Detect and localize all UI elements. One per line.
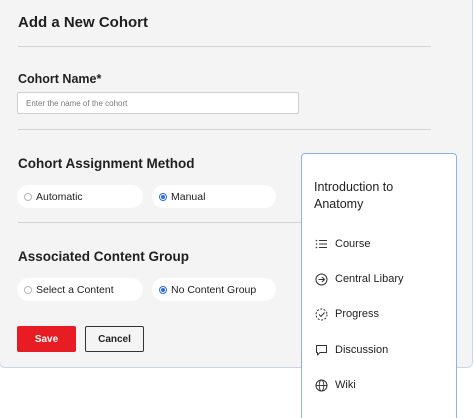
menu-item-central-library[interactable]: Central Libary xyxy=(314,271,403,287)
chat-icon xyxy=(314,343,328,357)
menu-item-discussion[interactable]: Discussion xyxy=(314,342,388,358)
assignment-method-title: Cohort Assignment Method xyxy=(18,156,195,171)
radio-select-content[interactable]: Select a Content xyxy=(17,278,143,301)
radio-manual[interactable]: Manual xyxy=(152,185,276,208)
divider xyxy=(18,46,431,47)
menu-item-label: Discussion xyxy=(335,344,389,356)
radio-automatic[interactable]: Automatic xyxy=(17,185,143,208)
radio-label: No Content Group xyxy=(171,283,257,296)
radio-label: Automatic xyxy=(36,190,83,203)
radio-no-content-group[interactable]: No Content Group xyxy=(152,278,276,301)
menu-item-wiki[interactable]: Wiki xyxy=(314,377,356,393)
arrow-circle-icon xyxy=(314,272,328,286)
content-group-title: Associated Content Group xyxy=(18,249,190,264)
divider xyxy=(18,129,431,130)
menu-item-label: Wiki xyxy=(335,379,356,391)
progress-icon xyxy=(314,307,328,321)
menu-item-progress[interactable]: Progress xyxy=(314,306,379,322)
radio-label: Select a Content xyxy=(36,283,114,296)
form-title: Add a New Cohort xyxy=(18,14,148,31)
radio-unchecked-icon xyxy=(24,285,32,294)
course-title: Introduction to Anatomy xyxy=(314,180,394,211)
menu-item-label: Progress xyxy=(335,308,380,320)
page: Add a New Cohort Cohort Name* Cohort Ass… xyxy=(0,0,474,418)
cancel-button[interactable]: Cancel xyxy=(85,326,144,352)
course-menu-panel: Introduction to Anatomy Course Central L… xyxy=(301,153,457,418)
globe-icon xyxy=(314,378,328,392)
list-icon xyxy=(314,237,328,251)
radio-label: Manual xyxy=(171,190,206,203)
cohort-name-label: Cohort Name* xyxy=(18,72,102,86)
radio-checked-icon xyxy=(159,285,167,294)
cohort-name-input[interactable] xyxy=(17,92,299,114)
radio-checked-icon xyxy=(159,192,167,201)
menu-item-label: Central Libary xyxy=(335,273,404,285)
menu-item-course[interactable]: Course xyxy=(314,236,370,252)
radio-unchecked-icon xyxy=(24,192,32,201)
save-button[interactable]: Save xyxy=(17,326,76,352)
menu-item-label: Course xyxy=(335,238,371,250)
